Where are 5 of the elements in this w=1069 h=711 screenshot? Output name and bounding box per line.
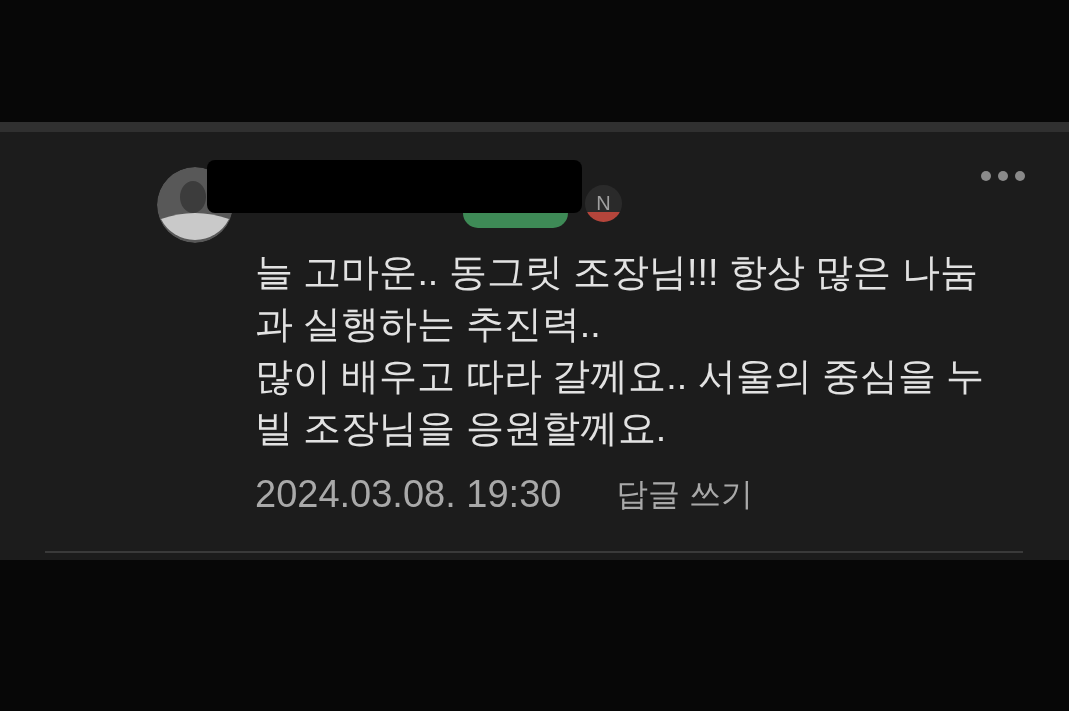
comment-text: 늘 고마운.. 동그릿 조장님!!! 항상 많은 나눔과 실행하는 추진력.. 많이 배우고 따라 갈께요.. 서울의 중심을 누빌 조장님을 응원할께요. xyxy=(255,250,986,451)
comment-date: 2024.03.08. 19:30 xyxy=(255,474,562,514)
new-badge: N xyxy=(585,184,622,222)
reply-link[interactable]: 답글 쓰기 xyxy=(616,474,754,514)
more-options-icon[interactable] xyxy=(981,171,1025,181)
